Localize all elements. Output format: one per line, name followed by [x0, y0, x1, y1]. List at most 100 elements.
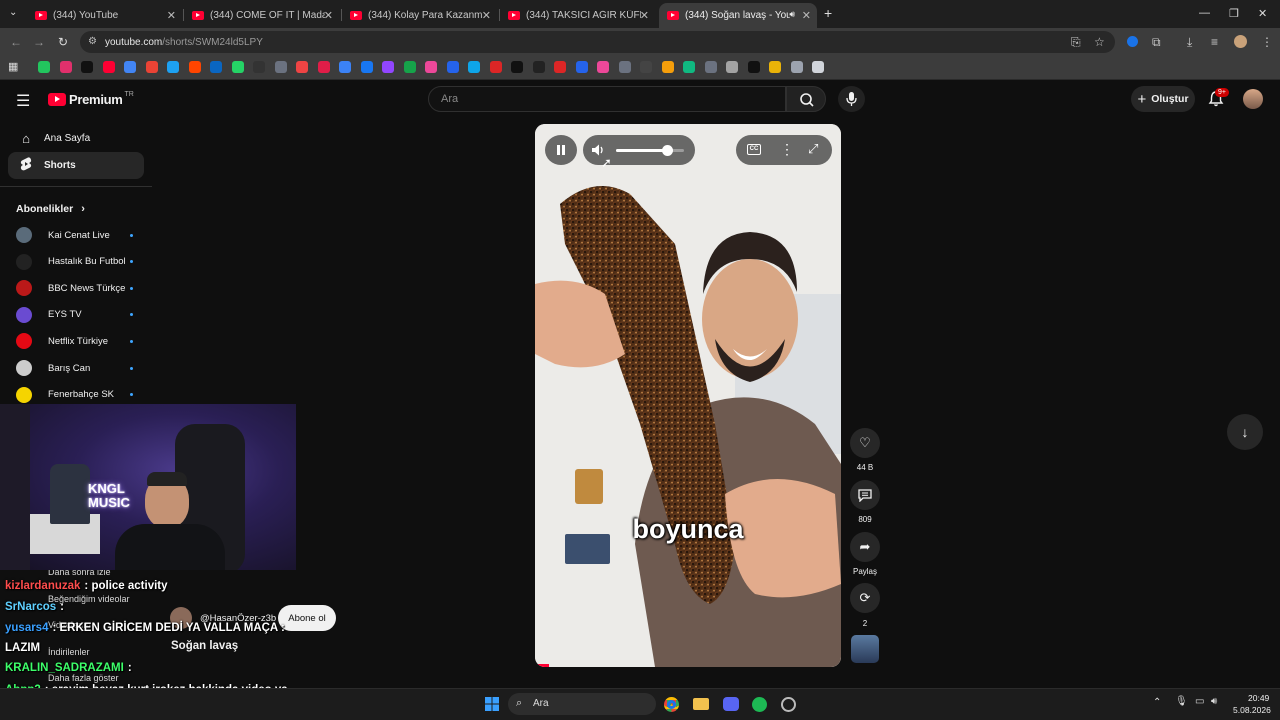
bookmark-favicon-icon[interactable]	[446, 61, 459, 73]
spotify-icon[interactable]	[752, 697, 767, 712]
sidebar-item-shorts[interactable]: Shorts	[8, 152, 144, 179]
sidebar-subscription-item[interactable]: Hastalık Bu Futbol	[16, 252, 136, 272]
window-close-icon[interactable]: ✕	[1258, 7, 1267, 20]
bookmark-favicon-icon[interactable]	[253, 61, 265, 73]
tab-come-of-it[interactable]: (344) COME OF IT | Madara Ol... ✕	[184, 4, 339, 26]
bookmark-favicon-icon[interactable]	[597, 61, 609, 73]
bookmark-favicon-icon[interactable]	[425, 61, 437, 73]
remix-button[interactable]: ⟳	[850, 583, 880, 613]
bookmark-favicon-icon[interactable]	[683, 61, 695, 73]
bookmark-favicon-icon[interactable]	[489, 61, 502, 73]
next-short-button[interactable]: ↓	[1227, 414, 1263, 450]
sidebar-subscription-item[interactable]: Fenerbahçe SK	[16, 385, 136, 405]
clock-date[interactable]: 5.08.2026	[1233, 705, 1271, 715]
volume-tray-icon[interactable]: 🔊︎	[1211, 696, 1217, 707]
extensions-puzzle-icon[interactable]: ⧉	[1152, 35, 1161, 50]
file-explorer-icon[interactable]	[693, 698, 709, 710]
sidebar-subscription-item[interactable]: Barış Can	[16, 358, 136, 378]
bookmark-favicon-icon[interactable]	[704, 61, 717, 73]
apps-grid-icon[interactable]: ▦	[8, 60, 18, 73]
bookmark-favicon-icon[interactable]	[81, 61, 93, 73]
search-input[interactable]: Ara	[428, 86, 786, 112]
taskbar-search[interactable]: ⌕ Ara	[508, 693, 656, 715]
bookmark-favicon-icon[interactable]	[296, 61, 308, 73]
short-video-player[interactable]: ➚ CC ⋮ ⤢ boyunca	[535, 124, 841, 667]
bookmark-favicon-icon[interactable]	[575, 61, 588, 73]
bookmark-favicon-icon[interactable]	[231, 61, 244, 73]
bookmark-favicon-icon[interactable]	[382, 61, 394, 73]
url-text[interactable]: youtube.com/shorts/SWM24ld5LPY	[105, 37, 263, 48]
bookmark-favicon-icon[interactable]	[38, 61, 50, 73]
bookmark-favicon-icon[interactable]	[640, 61, 652, 73]
minimize-icon[interactable]: —	[1199, 7, 1210, 19]
tab-sogan-lavas[interactable]: (344) Soğan lavaş - YouT... 🔊︎ ✕	[659, 3, 817, 28]
volume-control[interactable]	[583, 135, 695, 165]
bookmark-favicon-icon[interactable]	[102, 61, 115, 73]
subscriptions-heading[interactable]: Abonelikler ›	[16, 203, 85, 215]
tab-search-chevron-icon[interactable]: ⌄	[9, 7, 17, 18]
microphone-tray-icon[interactable]: 🎙︎	[1175, 696, 1188, 707]
site-info-icon[interactable]: ⚙	[88, 36, 97, 47]
tab-close-icon[interactable]: ✕	[324, 9, 333, 22]
create-button[interactable]: + Oluştur	[1131, 86, 1195, 112]
tab-close-icon[interactable]: ✕	[802, 9, 811, 22]
tab-taksici[interactable]: (344) TAKSİCİ AĞIR KÜFRETTİ... ✕	[500, 4, 655, 26]
discord-icon[interactable]	[723, 697, 739, 711]
sidebar-subscription-item[interactable]: EYS TV	[16, 305, 136, 325]
share-button[interactable]: ➦	[850, 532, 880, 562]
profile-avatar[interactable]	[1234, 35, 1247, 48]
reading-list-icon[interactable]: ≡	[1211, 35, 1218, 49]
more-options-icon[interactable]: ⋮	[780, 141, 794, 158]
sound-thumbnail[interactable]	[851, 635, 879, 663]
bookmark-favicon-icon[interactable]	[59, 61, 72, 73]
bookmark-favicon-icon[interactable]	[167, 61, 179, 73]
tab-close-icon[interactable]: ✕	[167, 9, 176, 22]
bookmark-favicon-icon[interactable]	[468, 61, 480, 73]
youtube-premium-logo[interactable]: Premium TR	[48, 91, 134, 107]
comments-button[interactable]	[850, 480, 880, 510]
captions-icon[interactable]: CC	[747, 144, 761, 155]
bookmark-favicon-icon[interactable]	[317, 61, 330, 73]
new-tab-plus-icon[interactable]: +	[824, 5, 832, 21]
bookmark-favicon-icon[interactable]	[511, 61, 523, 73]
tab-kolay-para[interactable]: (344) Kolay Para Kazanma Aşk... ✕	[342, 4, 497, 26]
windows-start-icon[interactable]	[485, 697, 499, 711]
bookmark-favicon-icon[interactable]	[618, 61, 631, 73]
tab-close-icon[interactable]: ✕	[640, 9, 649, 22]
tray-chevron-icon[interactable]: ⌃	[1153, 697, 1161, 708]
tab-youtube-home[interactable]: (344) YouTube ✕	[27, 4, 182, 26]
bookmark-favicon-icon[interactable]	[661, 61, 674, 73]
bookmark-favicon-icon[interactable]	[339, 61, 351, 73]
volume-slider-track[interactable]	[616, 145, 684, 156]
download-icon[interactable]: ⤓	[1187, 35, 1192, 50]
bookmark-favicon-icon[interactable]	[124, 61, 136, 73]
sidebar-subscription-item[interactable]: Kai Cenat Live	[16, 225, 136, 245]
bookmark-favicon-icon[interactable]	[403, 61, 416, 73]
subscribe-button[interactable]: Abone ol	[278, 605, 336, 631]
clock-time[interactable]: 20:49	[1248, 693, 1269, 703]
bookmark-favicon-icon[interactable]	[726, 61, 738, 73]
sidebar-subscription-item[interactable]: Netflix Türkiye	[16, 331, 136, 351]
bookmark-favicon-icon[interactable]	[532, 61, 545, 73]
extension-icon[interactable]	[1127, 36, 1138, 47]
sidebar-item-home[interactable]: ⌂ Ana Sayfa	[8, 125, 144, 152]
bookmark-favicon-icon[interactable]	[210, 61, 222, 73]
sidebar-subscription-item[interactable]: BBC News Türkçe	[16, 278, 136, 298]
bookmark-favicon-icon[interactable]	[554, 61, 566, 73]
chrome-menu-icon[interactable]: ⋮	[1261, 35, 1273, 49]
restore-icon[interactable]: ❐	[1229, 7, 1239, 20]
bookmark-favicon-icon[interactable]	[747, 61, 760, 73]
bookmark-favicon-icon[interactable]	[790, 61, 803, 73]
app-icon[interactable]	[781, 697, 796, 712]
reload-icon[interactable]: ↻	[58, 35, 68, 49]
bookmark-favicon-icon[interactable]	[360, 61, 373, 73]
bookmark-favicon-icon[interactable]	[769, 61, 781, 73]
bookmark-favicon-icon[interactable]	[188, 61, 201, 73]
volume-slider-knob[interactable]	[662, 145, 673, 156]
tab-close-icon[interactable]: ✕	[482, 9, 491, 22]
like-button[interactable]: ♡	[850, 428, 880, 458]
chrome-taskbar-icon[interactable]	[664, 697, 679, 712]
fullscreen-icon[interactable]: ⤢	[808, 141, 818, 157]
search-button[interactable]	[786, 86, 826, 112]
notifications-button[interactable]: 9+	[1207, 88, 1229, 113]
